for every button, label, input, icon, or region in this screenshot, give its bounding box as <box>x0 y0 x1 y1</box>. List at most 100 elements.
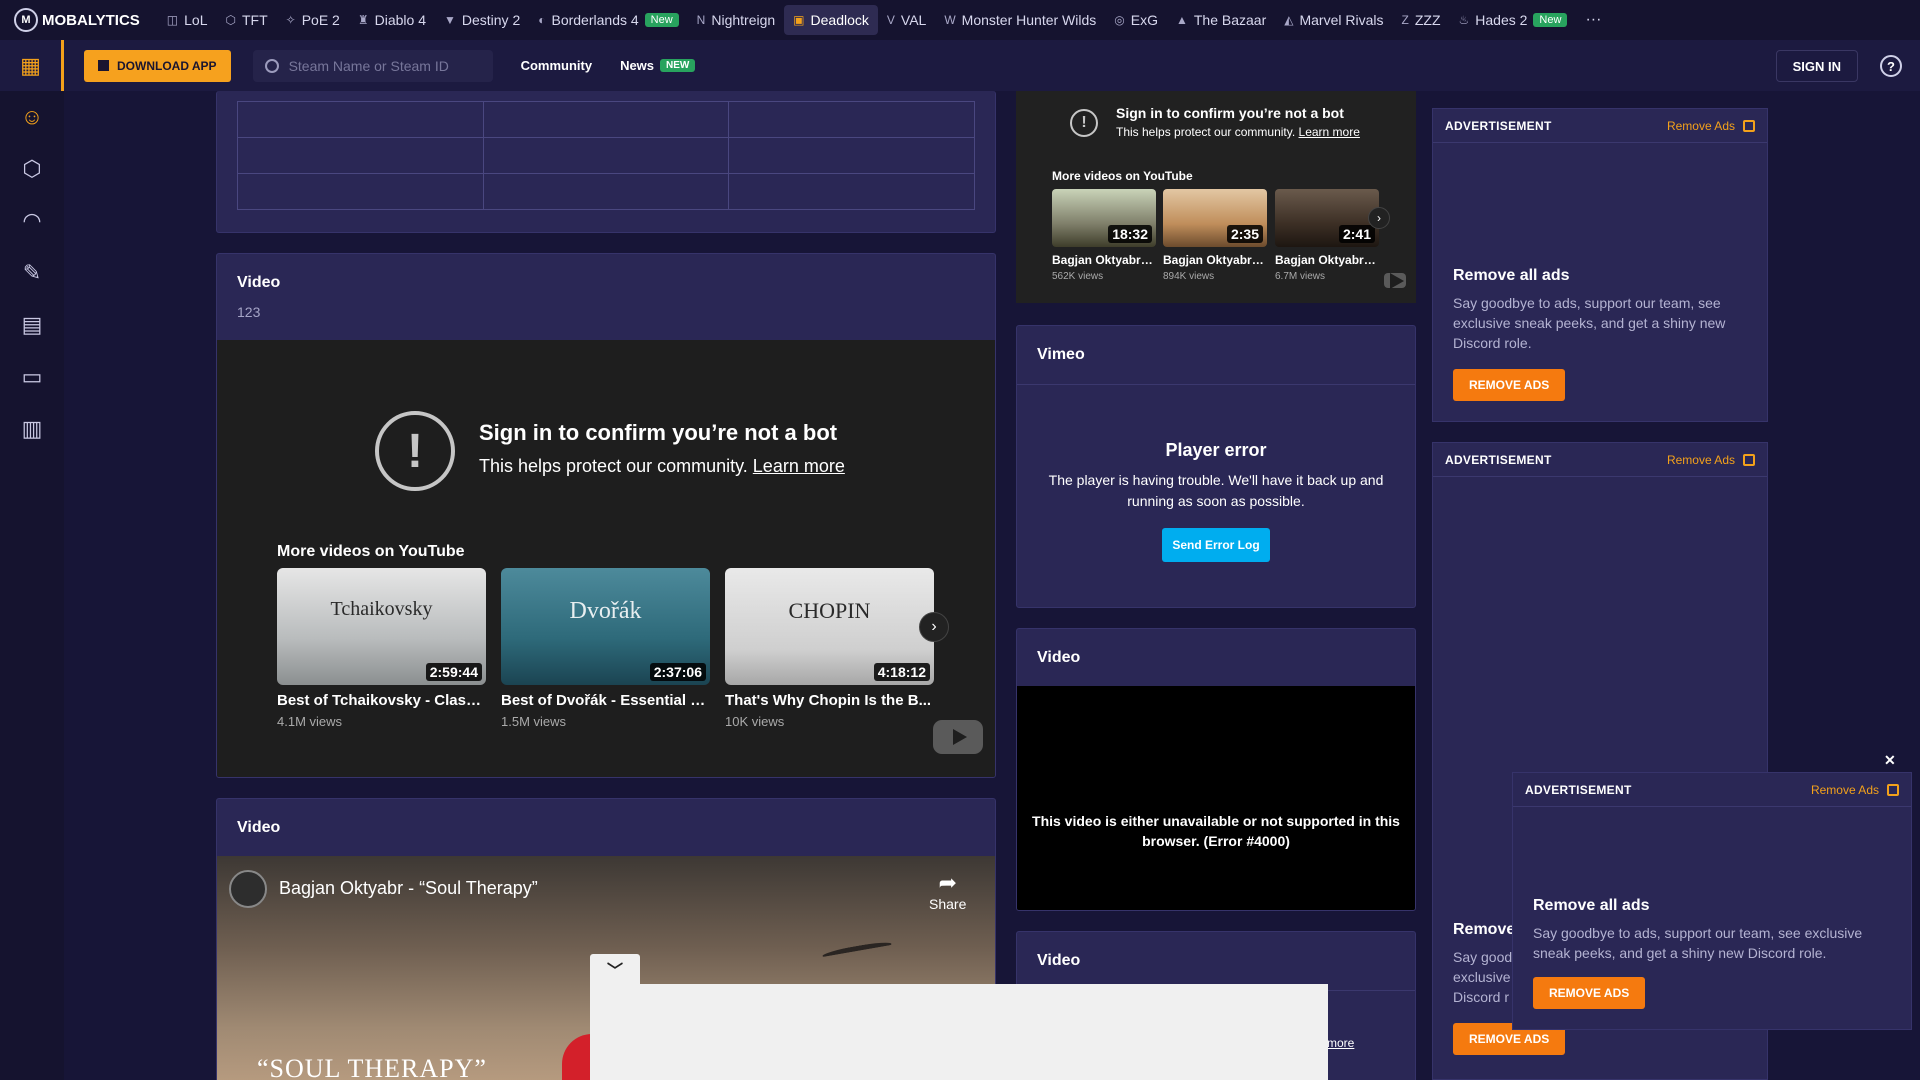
video-card-title: Video <box>1037 649 1081 666</box>
close-ad-icon[interactable]: ✕ <box>1884 752 1896 769</box>
video-title[interactable]: Bagjan Oktyabr - ... <box>1052 253 1156 267</box>
game-tab-mhwilds[interactable]: W Monster Hunter Wilds <box>935 5 1105 35</box>
send-error-log-button[interactable]: Send Error Log <box>1162 528 1270 562</box>
video-title[interactable]: Bagjan Oktyabr - ... <box>1275 253 1379 267</box>
game-tab-label: Destiny 2 <box>461 12 521 28</box>
vimeo-card: Vimeo Player error The player is having … <box>1016 325 1416 608</box>
video-thumbnail[interactable]: Dvořák 2:37:06 <box>501 568 710 685</box>
chevron-right-icon[interactable]: › <box>919 612 949 642</box>
video-player-error[interactable]: This video is either unavailable or not … <box>1017 686 1415 910</box>
game-tab-diablo4[interactable]: ♜ Diablo 4 <box>349 5 435 35</box>
news-new-badge: NEW <box>660 59 696 72</box>
more-games-icon[interactable]: ··· <box>1576 5 1610 35</box>
news-link[interactable]: News NEW <box>620 58 696 73</box>
share-button[interactable]: ➦ Share <box>929 870 966 912</box>
game-tab-borderlands4[interactable]: ◐ Borderlands 4 New <box>529 5 687 35</box>
help-icon[interactable]: ? <box>1880 55 1902 77</box>
game-tab-zzz[interactable]: Z ZZZ <box>1393 5 1450 35</box>
sticky-advertisement: ADVERTISEMENT Remove Ads Remove all ads … <box>1512 772 1912 1030</box>
bird-silhouette <box>821 939 893 961</box>
new-badge: New <box>644 13 679 27</box>
heroes-icon: ◠ <box>22 208 42 233</box>
game-tab-nightreign[interactable]: N Nightreign <box>688 5 785 35</box>
game-tab-deadlock[interactable]: ▣ Deadlock <box>784 5 878 35</box>
sidebar-item-shop[interactable]: ▥ <box>0 403 64 455</box>
diablo4-icon: ♜ <box>357 13 369 27</box>
video-title[interactable]: Best of Dvořák - Essential C... <box>501 692 710 709</box>
game-tab-label: Marvel Rivals <box>1299 12 1384 28</box>
search-box[interactable] <box>252 49 493 82</box>
collapse-toggle[interactable]: ﹀ <box>590 954 640 984</box>
video-views: 4.1M views <box>277 714 343 729</box>
video-views: 6.7M views <box>1275 271 1326 282</box>
youtube-embed-small[interactable]: ! Sign in to confirm you’re not a bot Th… <box>1016 91 1416 303</box>
game-tab-label: Monster Hunter Wilds <box>961 12 1097 28</box>
bazaar-icon: ▲ <box>1175 13 1188 27</box>
ad-header: ADVERTISEMENT Remove Ads <box>1433 443 1767 477</box>
sidebar-item-currency[interactable]: ⬡ <box>0 143 64 195</box>
remove-ads-link-label: Remove Ads <box>1810 782 1879 797</box>
sign-in-button[interactable]: SIGN IN <box>1775 50 1858 82</box>
news-label: News <box>620 58 655 73</box>
youtube-logo-icon[interactable] <box>933 720 983 754</box>
left-sidebar: ▦ ☺ ⬡ ◠ ✎ ▤ ▭ ▥ <box>0 40 64 1080</box>
profile-icon: ☺ <box>20 104 44 129</box>
borderlands4-icon: ◐ <box>538 13 546 27</box>
game-tab-tft[interactable]: ⬡ TFT <box>217 5 277 35</box>
video-title[interactable]: Best of Tchaikovsky - Class... <box>277 692 486 709</box>
sidebar-item-profile[interactable]: ☺ <box>0 91 64 143</box>
game-tab-lol[interactable]: ◫ LoL <box>158 5 217 35</box>
remove-ads-button[interactable]: REMOVE ADS <box>1453 369 1566 401</box>
game-tab-exg[interactable]: ◎ ExG <box>1105 5 1167 35</box>
bot-check-title: Sign in to confirm you’re not a bot <box>479 420 838 445</box>
remove-ads-button[interactable]: REMOVE ADS <box>1533 977 1646 1009</box>
download-app-button[interactable]: DOWNLOAD APP <box>84 49 231 82</box>
video-title[interactable]: That's Why Chopin Is the B... <box>725 692 934 709</box>
video-card-subtitle: 123 <box>237 304 261 320</box>
youtube-embed[interactable]: ! Sign in to confirm you’re not a bot Th… <box>217 340 995 777</box>
video-card-3: Video This video is either unavailable o… <box>1016 628 1416 911</box>
chevron-right-icon[interactable]: › <box>1368 207 1390 229</box>
share-label: Share <box>929 896 967 912</box>
video-thumbnail[interactable]: 18:32 <box>1052 189 1156 247</box>
video-views: 562K views <box>1052 271 1104 282</box>
tft-icon: ⬡ <box>225 13 236 27</box>
game-tab-marvel-rivals[interactable]: ◭ Marvel Rivals <box>1275 5 1392 35</box>
external-link-icon <box>1743 453 1755 466</box>
video-title[interactable]: Bagjan Oktyabr - ... <box>1163 253 1267 267</box>
sidebar-item-dashboard[interactable]: ▦ <box>0 40 64 91</box>
download-app-label: DOWNLOAD APP <box>117 58 217 73</box>
game-tab-destiny2[interactable]: ▼ Destiny 2 <box>435 5 529 35</box>
remove-ads-link[interactable]: Remove Ads <box>1667 453 1755 467</box>
learn-more-link[interactable]: Learn more <box>1299 125 1360 139</box>
community-link[interactable]: Community <box>521 58 593 73</box>
game-tab-hades2[interactable]: ♨ Hades 2 New <box>1450 5 1577 35</box>
game-tab-label: PoE 2 <box>301 12 340 28</box>
video-thumbnail[interactable]: CHOPIN 4:18:12 <box>725 568 934 685</box>
ad-label: ADVERTISEMENT <box>1525 782 1632 797</box>
video-card-title: Video <box>237 274 281 291</box>
game-tab-bazaar[interactable]: ▲ The Bazaar <box>1167 5 1275 35</box>
player-title[interactable]: Bagjan Oktyabr - “Soul Therapy” <box>279 878 538 899</box>
mobalytics-logo[interactable]: M MOBALYTICS <box>14 8 140 32</box>
youtube-logo-icon[interactable] <box>1384 273 1406 288</box>
game-tab-poe2[interactable]: ✧ PoE 2 <box>277 5 349 35</box>
sidebar-item-builds[interactable]: ✎ <box>0 247 64 299</box>
sidebar-item-guides[interactable]: ▭ <box>0 351 64 403</box>
sidebar-items: ☺ ⬡ ◠ ✎ ▤ ▭ ▥ <box>0 91 64 455</box>
video-thumbnail[interactable]: Tchaikovsky 2:59:44 <box>277 568 486 685</box>
marvel-rivals-icon: ◭ <box>1284 13 1294 27</box>
thumbnail-art-text: Tchaikovsky <box>330 598 433 620</box>
search-input[interactable] <box>288 57 479 74</box>
mobalytics-logo-icon: M <box>14 8 38 32</box>
remove-ads-link[interactable]: Remove Ads <box>1811 783 1899 797</box>
sidebar-item-stats[interactable]: ▤ <box>0 299 64 351</box>
video-thumbnail[interactable]: 2:41 <box>1275 189 1379 247</box>
remove-ads-link[interactable]: Remove Ads <box>1667 119 1755 133</box>
channel-avatar[interactable] <box>229 870 267 908</box>
game-tab-valorant[interactable]: V VAL <box>878 5 935 35</box>
bot-check-text: This helps protect our community. Learn … <box>479 456 845 477</box>
learn-more-link[interactable]: Learn more <box>753 456 845 476</box>
video-thumbnail[interactable]: 2:35 <box>1163 189 1267 247</box>
sidebar-item-heroes[interactable]: ◠ <box>0 195 64 247</box>
